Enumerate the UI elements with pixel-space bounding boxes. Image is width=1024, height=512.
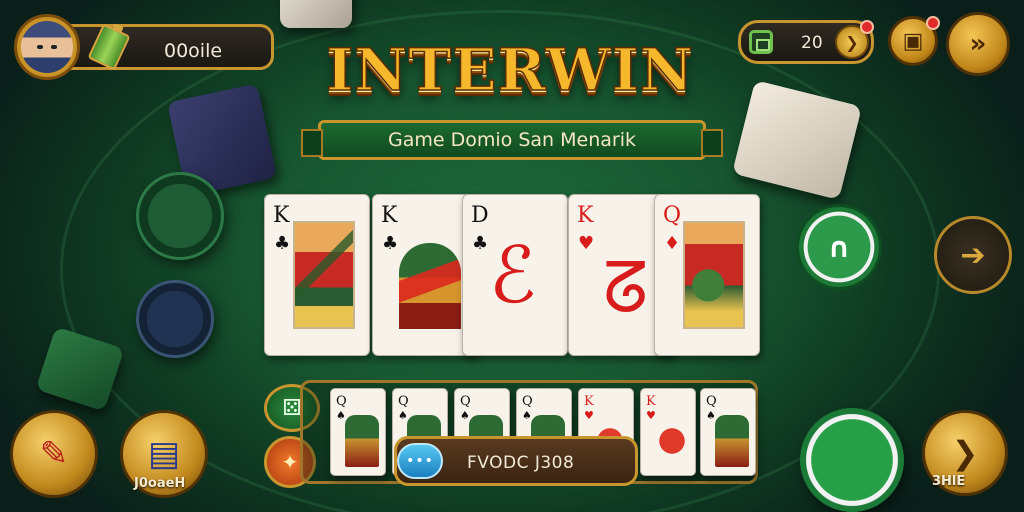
card-face-art [655, 415, 689, 467]
room-code-field[interactable]: ••• FVODC J308 [394, 436, 638, 486]
table-card[interactable]: D ♣ ℰ [462, 194, 568, 356]
room-code-text: FVODC J308 [467, 453, 575, 473]
chip-action-button[interactable]: ∩ [796, 204, 882, 290]
card-face-art [683, 221, 745, 329]
card-rank: Q [706, 394, 717, 409]
card-rank: Q [460, 394, 471, 409]
card-rank: K [273, 203, 290, 228]
avatar[interactable] [14, 14, 80, 80]
card-face-art [345, 415, 379, 467]
chip-decoration-green-left [136, 172, 224, 260]
next-arrow-button[interactable]: ➔ [934, 216, 1012, 294]
card-suit-icon: ♣ [472, 233, 489, 254]
card-rank: K [584, 394, 594, 409]
chevron-right-icon: ❯ [951, 434, 979, 472]
card-suit-icon: ♥ [584, 409, 594, 422]
card-rank: D [471, 203, 489, 228]
card-rank: Q [398, 394, 409, 409]
fox-icon: ✦ [281, 450, 299, 474]
proceed-label: 3HlE [932, 474, 966, 489]
card-suit-icon: ♥ [646, 409, 656, 422]
card-suit-icon: ♠ [336, 409, 346, 422]
chat-bubble-icon[interactable]: ••• [397, 443, 443, 479]
rocket-button[interactable]: ✎ [10, 410, 98, 498]
player-name: 00oile [164, 40, 223, 62]
card-face-art [293, 221, 355, 329]
lock-icon: ▣ [902, 28, 924, 54]
player-profile[interactable]: 00oile [14, 14, 274, 80]
rocket-icon: ✎ [39, 434, 69, 474]
coin-notification-dot [860, 20, 874, 34]
card-face-art [399, 243, 461, 329]
card-flourish-icon: ᘔ [603, 247, 649, 329]
chip-decoration-navy-left [136, 280, 214, 358]
coin-count: 20 [801, 33, 823, 53]
card-rank: Q [522, 394, 533, 409]
arrow-right-icon: ➔ [960, 237, 986, 273]
card-rank: Q [336, 394, 347, 409]
profile-card-label: J0oaeH [134, 476, 186, 491]
card-suit-icon: ♠ [706, 409, 716, 422]
card-rank: Q [663, 203, 682, 228]
dice-decoration-top [280, 0, 352, 28]
card-suit-icon: ♦ [664, 233, 681, 254]
coin-balance[interactable]: 20 ❯ [738, 20, 874, 64]
fast-forward-icon: » [969, 29, 987, 59]
card-suit-icon: ♠ [522, 409, 532, 422]
card-suit-icon: ♥ [578, 233, 595, 254]
dice-icon: ⚄ [282, 395, 302, 421]
card-rank: K [646, 394, 656, 409]
game-subtitle: Game Domio San Menarik [388, 129, 636, 151]
card-suit-icon: ♠ [460, 409, 470, 422]
hand-card[interactable]: K ♥ [640, 388, 696, 476]
id-card-icon: ▤ [147, 434, 181, 474]
card-suit-icon: ♣ [274, 233, 291, 254]
chip-symbol-icon: ∩ [827, 230, 851, 264]
table-card[interactable]: Q ♦ [654, 194, 760, 356]
game-title: INTERWIN [325, 35, 694, 105]
subtitle-ribbon: Game Domio San Menarik [301, 120, 723, 160]
table-card[interactable]: K ♣ [264, 194, 370, 356]
card-face-art [715, 415, 749, 467]
chat-dots: ••• [406, 453, 434, 469]
chip-decoration-green-bottom-right [800, 408, 904, 512]
card-suit-icon: ♠ [398, 409, 408, 422]
chest-icon [749, 30, 773, 54]
fast-forward-button[interactable]: » [946, 12, 1010, 76]
avatar-portrait [21, 21, 73, 73]
card-suit-icon: ♣ [382, 233, 399, 254]
hand-card[interactable]: Q ♠ [700, 388, 756, 476]
hand-card[interactable]: Q ♠ [330, 388, 386, 476]
card-flourish-icon: ℰ [489, 231, 537, 321]
lock-notification-dot [926, 16, 940, 30]
card-rank: K [381, 203, 398, 228]
card-rank: K [577, 203, 594, 228]
